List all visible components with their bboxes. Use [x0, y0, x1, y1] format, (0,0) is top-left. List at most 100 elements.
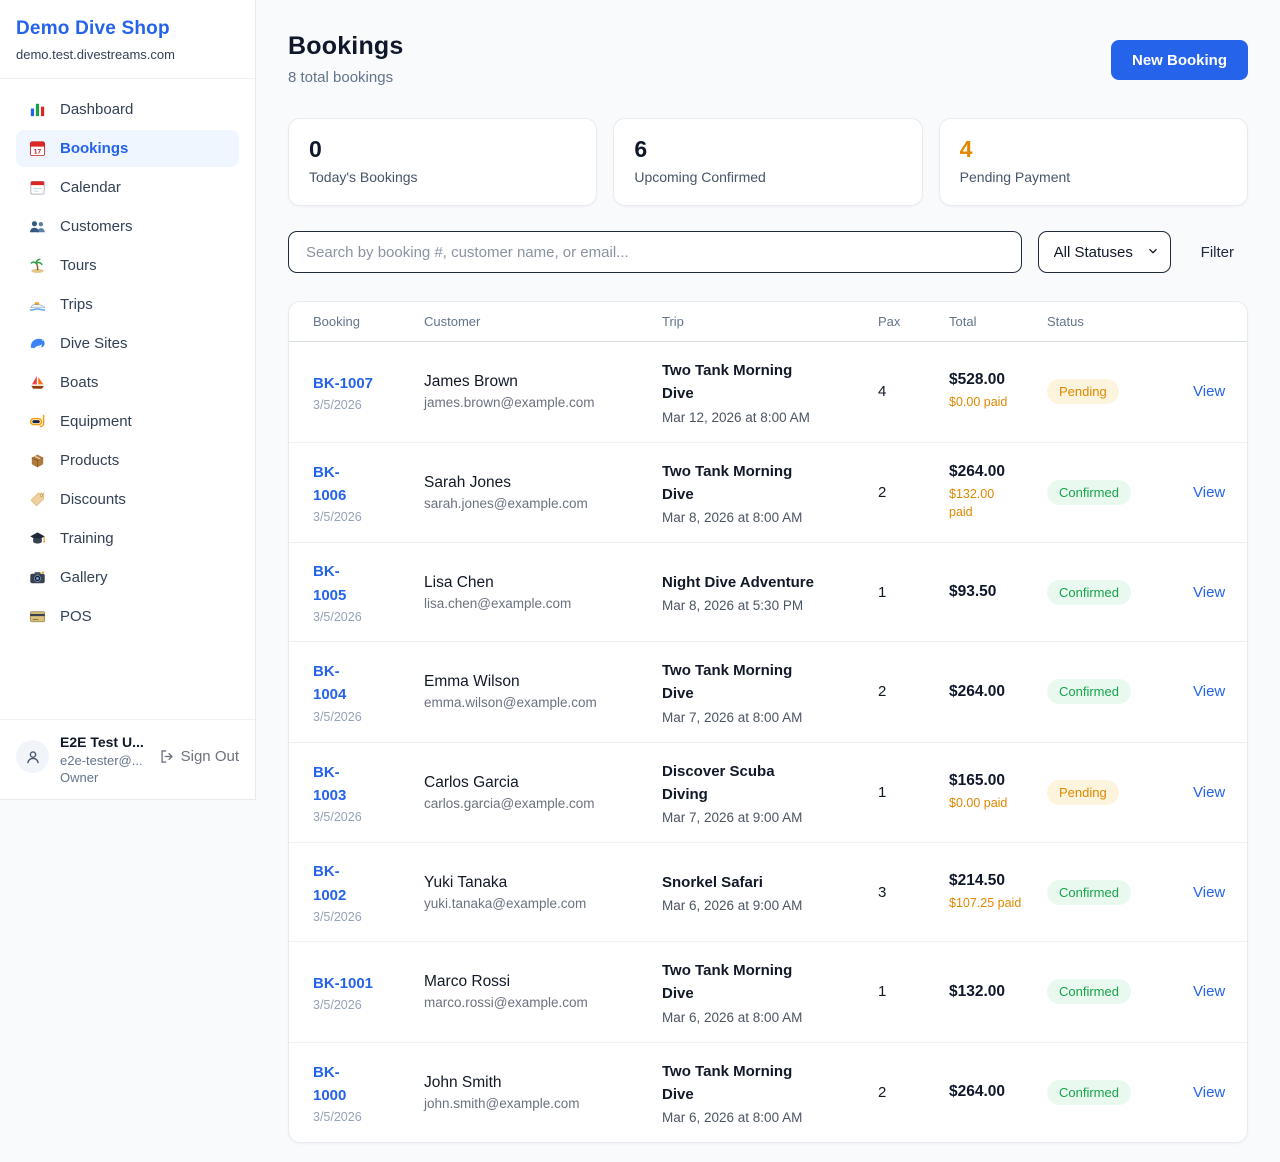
status-cell: Pending — [1047, 780, 1193, 805]
speedboat-icon — [28, 295, 47, 314]
customer-email: yuki.tanaka@example.com — [424, 896, 662, 911]
booking-cell: BK-1007 3/5/2026 — [313, 372, 424, 412]
table-row: BK- 1005 3/5/2026 Lisa Chen lisa.chen@ex… — [289, 543, 1247, 642]
trip-cell: Night Dive Adventure Mar 8, 2026 at 5:30… — [662, 571, 878, 613]
trip-datetime: Mar 7, 2026 at 8:00 AM — [662, 710, 878, 725]
view-link[interactable]: View — [1193, 683, 1225, 700]
sidebar-item-tours[interactable]: Tours — [16, 247, 239, 284]
booking-id-link[interactable]: BK- 1004 — [313, 660, 424, 707]
sidebar-item-label: Tours — [60, 257, 97, 274]
customer-email: sarah.jones@example.com — [424, 496, 662, 511]
status-badge: Pending — [1047, 780, 1119, 805]
view-link[interactable]: View — [1193, 484, 1225, 501]
sidebar-item-equipment[interactable]: Equipment — [16, 403, 239, 440]
pax-count: 2 — [878, 683, 949, 700]
column-header-booking: Booking — [313, 314, 424, 329]
customer-cell: Lisa Chen lisa.chen@example.com — [424, 574, 662, 611]
sidebar-item-pos[interactable]: POS — [16, 598, 239, 635]
trip-cell: Snorkel Safari Mar 6, 2026 at 9:00 AM — [662, 871, 878, 913]
status-cell: Confirmed — [1047, 580, 1193, 605]
view-link[interactable]: View — [1193, 383, 1225, 400]
bookings-table: Booking Customer Trip Pax Total Status B… — [288, 301, 1248, 1143]
booking-date: 3/5/2026 — [313, 710, 424, 724]
stat-value: 6 — [634, 136, 901, 163]
tag-icon — [28, 490, 47, 509]
trip-name: Two Tank Morning Dive — [662, 460, 818, 507]
sidebar-item-label: Dashboard — [60, 101, 133, 118]
view-link[interactable]: View — [1193, 1084, 1225, 1101]
sidebar-item-dashboard[interactable]: Dashboard — [16, 91, 239, 128]
wave-icon — [28, 334, 47, 353]
view-link[interactable]: View — [1193, 784, 1225, 801]
sidebar-item-calendar[interactable]: Calendar — [16, 169, 239, 206]
sign-out-button[interactable]: Sign Out — [158, 748, 239, 765]
booking-id-link[interactable]: BK- 1003 — [313, 761, 424, 808]
trip-name: Snorkel Safari — [662, 871, 818, 894]
total-amount: $528.00 — [949, 371, 1047, 389]
booking-id-link[interactable]: BK-1001 — [313, 972, 424, 995]
sidebar-item-gallery[interactable]: Gallery — [16, 559, 239, 596]
filter-button[interactable]: Filter — [1187, 244, 1248, 261]
booking-date: 3/5/2026 — [313, 998, 424, 1012]
status-cell: Confirmed — [1047, 880, 1193, 905]
table-row: BK- 1002 3/5/2026 Yuki Tanaka yuki.tanak… — [289, 843, 1247, 942]
page-title: Bookings — [288, 32, 404, 61]
view-link[interactable]: View — [1193, 884, 1225, 901]
sidebar-header: Demo Dive Shop demo.test.divestreams.com — [0, 0, 255, 79]
sign-out-icon — [158, 748, 175, 765]
camera-icon — [28, 568, 47, 587]
sailboat-icon — [28, 373, 47, 392]
customer-email: james.brown@example.com — [424, 395, 662, 410]
bar-chart-icon — [28, 100, 47, 119]
customer-name: Carlos Garcia — [424, 774, 662, 792]
status-select-wrap: All Statuses — [1038, 231, 1171, 273]
pax-count: 2 — [878, 1084, 949, 1101]
booking-id-link[interactable]: BK- 1002 — [313, 860, 424, 907]
avatar — [16, 740, 49, 773]
view-link[interactable]: View — [1193, 584, 1225, 601]
trip-cell: Two Tank Morning Dive Mar 12, 2026 at 8:… — [662, 359, 878, 425]
status-badge: Confirmed — [1047, 1080, 1131, 1105]
booking-cell: BK- 1005 3/5/2026 — [313, 560, 424, 624]
pax-count: 2 — [878, 484, 949, 501]
shop-domain: demo.test.divestreams.com — [16, 47, 239, 62]
customer-email: marco.rossi@example.com — [424, 995, 662, 1010]
sidebar-item-trips[interactable]: Trips — [16, 286, 239, 323]
status-filter-select[interactable]: All Statuses — [1038, 231, 1171, 273]
total-cell: $264.00 $132.00 paid — [949, 463, 1047, 523]
booking-id-link[interactable]: BK- 1000 — [313, 1061, 424, 1108]
sidebar-item-dive-sites[interactable]: Dive Sites — [16, 325, 239, 362]
user-footer: E2E Test U... e2e-tester@... Owner Sign … — [0, 719, 255, 799]
column-header-pax: Pax — [878, 314, 949, 329]
status-cell: Confirmed — [1047, 1080, 1193, 1105]
sidebar-item-label: Trips — [60, 296, 93, 313]
sidebar-item-customers[interactable]: Customers — [16, 208, 239, 245]
new-booking-button[interactable]: New Booking — [1111, 40, 1248, 80]
view-link[interactable]: View — [1193, 983, 1225, 1000]
sidebar-item-label: Customers — [60, 218, 133, 235]
booking-id-link[interactable]: BK-1007 — [313, 372, 424, 395]
customer-email: carlos.garcia@example.com — [424, 796, 662, 811]
svg-text:17: 17 — [34, 148, 42, 155]
trip-name: Two Tank Morning Dive — [662, 959, 818, 1006]
booking-id-link[interactable]: BK- 1006 — [313, 461, 424, 508]
sidebar-item-discounts[interactable]: Discounts — [16, 481, 239, 518]
booking-cell: BK- 1004 3/5/2026 — [313, 660, 424, 724]
pax-count: 4 — [878, 383, 949, 400]
sidebar-item-training[interactable]: Training — [16, 520, 239, 557]
search-input[interactable] — [288, 231, 1022, 273]
total-amount: $165.00 — [949, 772, 1047, 790]
status-cell: Confirmed — [1047, 679, 1193, 704]
sidebar-nav: Dashboard 17 Bookings Calendar Customers… — [0, 79, 255, 719]
booking-date: 3/5/2026 — [313, 810, 424, 824]
booking-cell: BK- 1000 3/5/2026 — [313, 1061, 424, 1125]
total-amount: $93.50 — [949, 583, 1047, 601]
sidebar-item-bookings[interactable]: 17 Bookings — [16, 130, 239, 167]
total-amount: $264.00 — [949, 683, 1047, 701]
trip-datetime: Mar 8, 2026 at 5:30 PM — [662, 598, 878, 613]
shop-name: Demo Dive Shop — [16, 18, 239, 40]
sidebar-item-products[interactable]: Products — [16, 442, 239, 479]
status-badge: Confirmed — [1047, 979, 1131, 1004]
booking-id-link[interactable]: BK- 1005 — [313, 560, 424, 607]
sidebar-item-boats[interactable]: Boats — [16, 364, 239, 401]
